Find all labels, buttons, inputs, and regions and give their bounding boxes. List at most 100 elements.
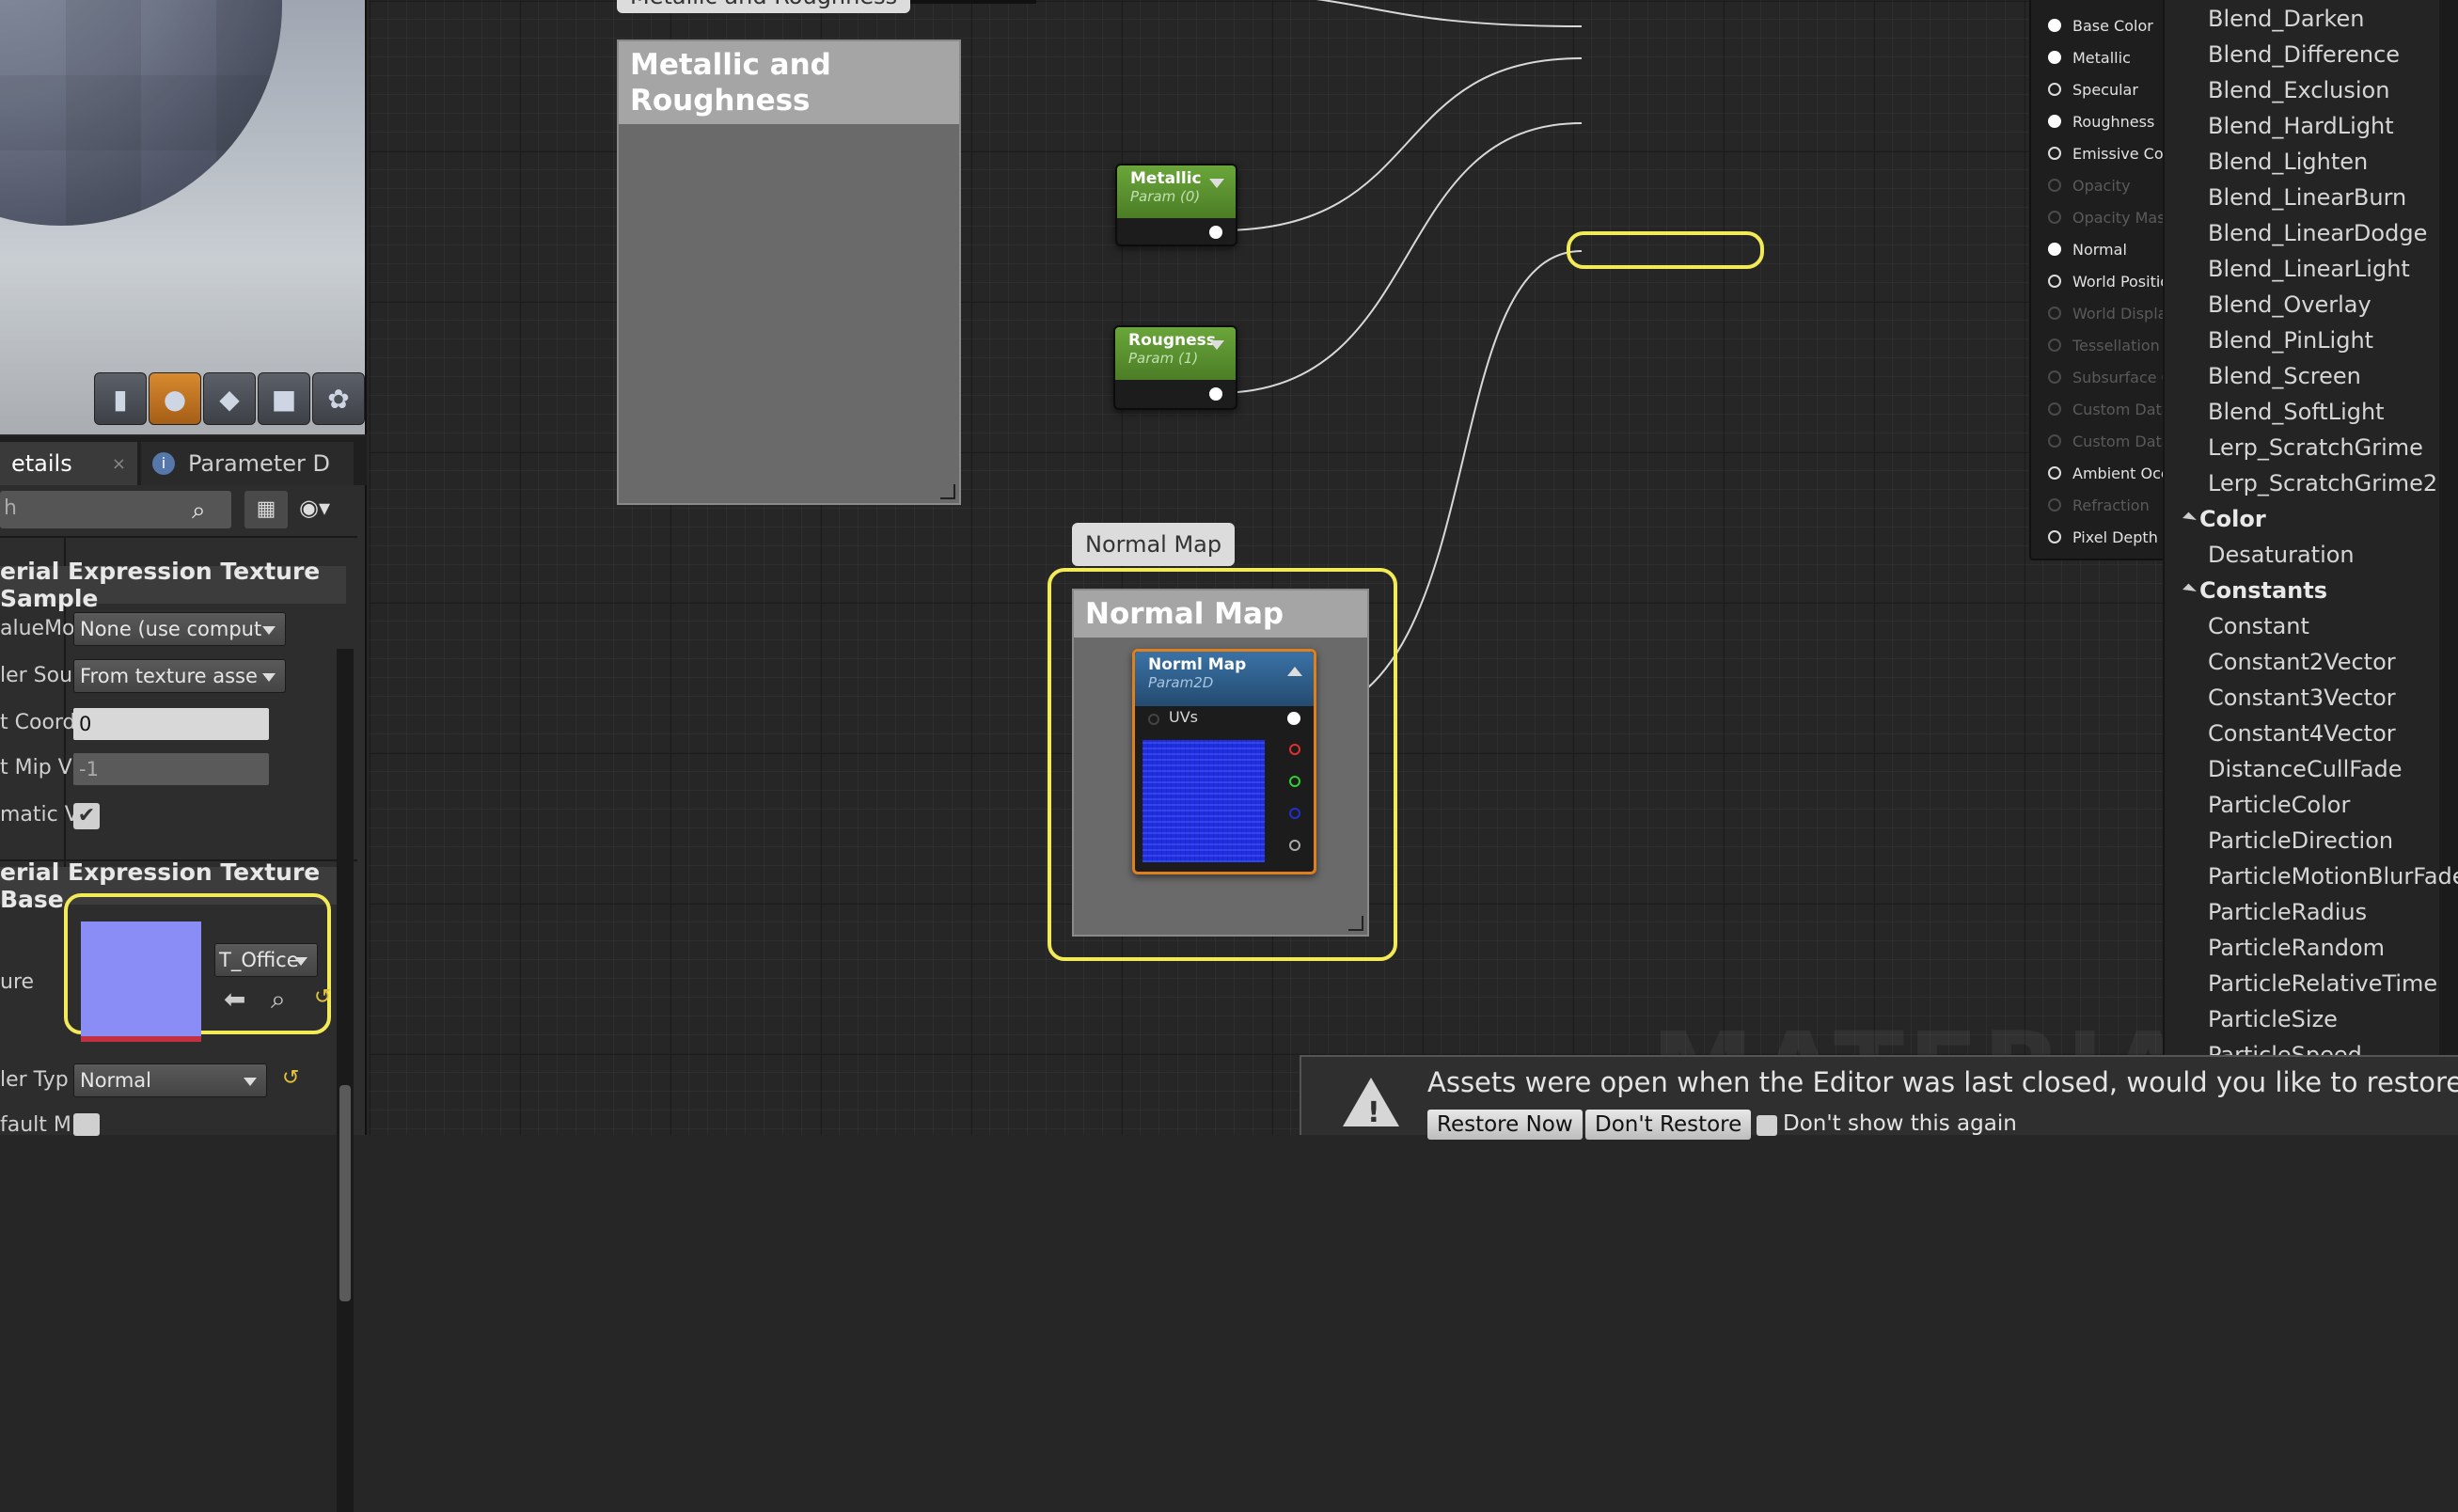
input-pin[interactable] bbox=[2048, 307, 2061, 320]
scrollbar-thumb[interactable] bbox=[339, 1085, 351, 1301]
default-checkbox[interactable] bbox=[73, 1113, 100, 1136]
resize-handle[interactable] bbox=[1348, 916, 1363, 931]
restore-now-button[interactable]: Restore Now bbox=[1427, 1110, 1583, 1140]
palette-item[interactable]: Blend_LinearDodge bbox=[2208, 220, 2427, 246]
details-scrollbar[interactable] bbox=[337, 649, 354, 1512]
palette-item[interactable]: ParticleSize bbox=[2208, 1006, 2338, 1032]
material-input-row[interactable]: Ambient Occlusion bbox=[2048, 459, 2163, 487]
sphere-icon[interactable]: ● bbox=[149, 372, 201, 425]
input-pin[interactable] bbox=[2048, 179, 2061, 192]
roughness-param-node[interactable]: Rougness Param (1) bbox=[1113, 325, 1237, 410]
palette-item[interactable]: ParticleRadius bbox=[2208, 899, 2367, 925]
tab-details[interactable]: etails × bbox=[0, 442, 137, 485]
sampler-type-dropdown[interactable]: Normal bbox=[73, 1063, 267, 1097]
material-input-row[interactable]: Base Color bbox=[2048, 11, 2153, 39]
teapot-icon[interactable]: ✿ bbox=[312, 372, 365, 425]
input-pin[interactable] bbox=[2048, 275, 2061, 288]
palette-item[interactable]: ParticleRelativeTime bbox=[2208, 970, 2437, 997]
blue-output-pin[interactable] bbox=[1289, 808, 1300, 819]
comment-bubble-metallic[interactable]: Metallic and Roughness bbox=[617, 0, 911, 13]
material-input-row[interactable]: Tessellation Multiplier bbox=[2048, 331, 2163, 359]
const-mip-value-field[interactable]: -1 bbox=[73, 753, 269, 785]
palette-category-constants[interactable]: Constants bbox=[2182, 577, 2327, 604]
input-pin[interactable] bbox=[2048, 402, 2061, 416]
texture-thumbnail[interactable] bbox=[81, 921, 201, 1042]
palette-item[interactable]: Blend_HardLight bbox=[2208, 113, 2394, 139]
automatic-checkbox[interactable]: ✔ bbox=[73, 803, 100, 829]
palette-item[interactable]: ParticleDirection bbox=[2208, 827, 2393, 854]
palette-category-color[interactable]: Color bbox=[2182, 506, 2266, 532]
red-output-pin[interactable] bbox=[1289, 744, 1300, 755]
palette-item[interactable]: Desaturation bbox=[2208, 542, 2355, 568]
metallic-param-node[interactable]: Metallic Param (0) bbox=[1115, 164, 1237, 246]
input-pin[interactable] bbox=[2048, 339, 2061, 352]
input-pin[interactable] bbox=[2048, 211, 2061, 224]
input-pin[interactable] bbox=[2048, 466, 2061, 480]
preview-viewport[interactable]: ▮ ● ◆ ■ ✿ bbox=[0, 0, 367, 434]
comment-bubble-normal[interactable]: Normal Map bbox=[1072, 523, 1236, 566]
material-input-row[interactable]: Pixel Depth Offset bbox=[2048, 523, 2163, 551]
reset-arrow-icon[interactable]: ↺ bbox=[314, 985, 331, 1009]
material-input-row[interactable]: Refraction bbox=[2048, 491, 2150, 519]
mip-value-mode-dropdown[interactable]: None (use comput bbox=[73, 612, 286, 646]
texture-asset-dropdown[interactable]: T_Office bbox=[214, 943, 318, 977]
palette-item[interactable]: Constant4Vector bbox=[2208, 720, 2396, 747]
input-pin[interactable] bbox=[2048, 51, 2061, 64]
palette-item[interactable]: Constant3Vector bbox=[2208, 685, 2396, 711]
palette-item[interactable]: Constant bbox=[2208, 613, 2309, 639]
input-pin[interactable] bbox=[2048, 498, 2061, 512]
input-pin[interactable] bbox=[2048, 243, 2061, 256]
expand-triangle-icon[interactable] bbox=[2182, 512, 2197, 527]
material-graph-canvas[interactable]: Metallic and Roughness Metallic and Roug… bbox=[369, 0, 2163, 1135]
input-pin[interactable] bbox=[2048, 370, 2061, 384]
palette-item[interactable]: DistanceCullFade bbox=[2208, 756, 2403, 782]
const-coordinate-field[interactable]: 0 bbox=[73, 708, 269, 740]
close-icon[interactable]: × bbox=[112, 454, 126, 474]
palette-item[interactable]: Lerp_ScratchGrime bbox=[2208, 434, 2423, 461]
comment-title[interactable]: Normal Map bbox=[1074, 591, 1367, 638]
collapse-icon[interactable] bbox=[1209, 179, 1224, 188]
input-pin[interactable] bbox=[2048, 19, 2061, 32]
material-input-row[interactable]: Roughness bbox=[2048, 107, 2154, 135]
palette-item[interactable]: Blend_Difference bbox=[2208, 41, 2400, 68]
collapse-icon[interactable] bbox=[1209, 340, 1224, 350]
palette-item[interactable]: Blend_Overlay bbox=[2208, 291, 2371, 318]
green-output-pin[interactable] bbox=[1289, 776, 1300, 787]
material-input-row[interactable]: Normal bbox=[2048, 235, 2127, 263]
palette-item[interactable]: ParticleMotionBlurFade bbox=[2208, 863, 2458, 890]
palette-item[interactable]: ParticleColor bbox=[2208, 792, 2350, 818]
search-icon[interactable]: ⌕ bbox=[192, 496, 206, 526]
output-pin[interactable] bbox=[1209, 226, 1222, 239]
input-pin[interactable] bbox=[2048, 147, 2061, 160]
cube-icon[interactable]: ■ bbox=[258, 372, 310, 425]
material-input-row[interactable]: Opacity Mask bbox=[2048, 203, 2163, 231]
dont-restore-button[interactable]: Don't Restore bbox=[1585, 1110, 1752, 1140]
reset-arrow-icon[interactable]: ↺ bbox=[282, 1066, 299, 1090]
input-pin[interactable] bbox=[2048, 83, 2061, 96]
palette-item[interactable]: Blend_LinearLight bbox=[2208, 256, 2410, 282]
palette-item[interactable]: Constant2Vector bbox=[2208, 649, 2396, 675]
palette-item[interactable]: ParticleRandom bbox=[2208, 935, 2385, 961]
category-texture-sample[interactable]: erial Expression Texture Sample bbox=[0, 558, 346, 612]
uvs-input-pin[interactable] bbox=[1148, 714, 1159, 725]
palette-item[interactable]: Blend_Screen bbox=[2208, 363, 2361, 389]
browse-icon[interactable]: ⌕ bbox=[271, 984, 286, 1016]
input-pin[interactable] bbox=[2048, 434, 2061, 448]
alpha-output-pin[interactable] bbox=[1289, 840, 1300, 851]
output-pin[interactable] bbox=[1209, 387, 1222, 401]
tab-parameter-defaults[interactable]: i Parameter D bbox=[141, 442, 354, 485]
material-input-row[interactable]: Custom Data 1 bbox=[2048, 427, 2163, 455]
input-pin[interactable] bbox=[2048, 115, 2061, 128]
palette-item[interactable]: Blend_Lighten bbox=[2208, 149, 2368, 175]
material-input-row[interactable]: Opacity bbox=[2048, 171, 2131, 199]
material-input-row[interactable]: Custom Data 0 bbox=[2048, 395, 2163, 423]
palette-item[interactable]: Blend_SoftLight bbox=[2208, 399, 2385, 425]
material-result-node[interactable]: Base Color Metallic Specular Roughness Emiss… bbox=[2029, 0, 2163, 560]
material-input-row[interactable]: Subsurface Color bbox=[2048, 363, 2163, 391]
palette-scrollbar[interactable] bbox=[2439, 0, 2458, 1135]
cylinder-icon[interactable]: ▮ bbox=[94, 372, 147, 425]
material-input-row[interactable]: World Position Offset bbox=[2048, 267, 2163, 295]
normal-map-texture-node[interactable]: Norml Map Param2D UVs bbox=[1132, 649, 1316, 874]
palette-item[interactable]: Blend_PinLight bbox=[2208, 327, 2373, 354]
dont-show-checkbox[interactable] bbox=[1757, 1115, 1777, 1136]
